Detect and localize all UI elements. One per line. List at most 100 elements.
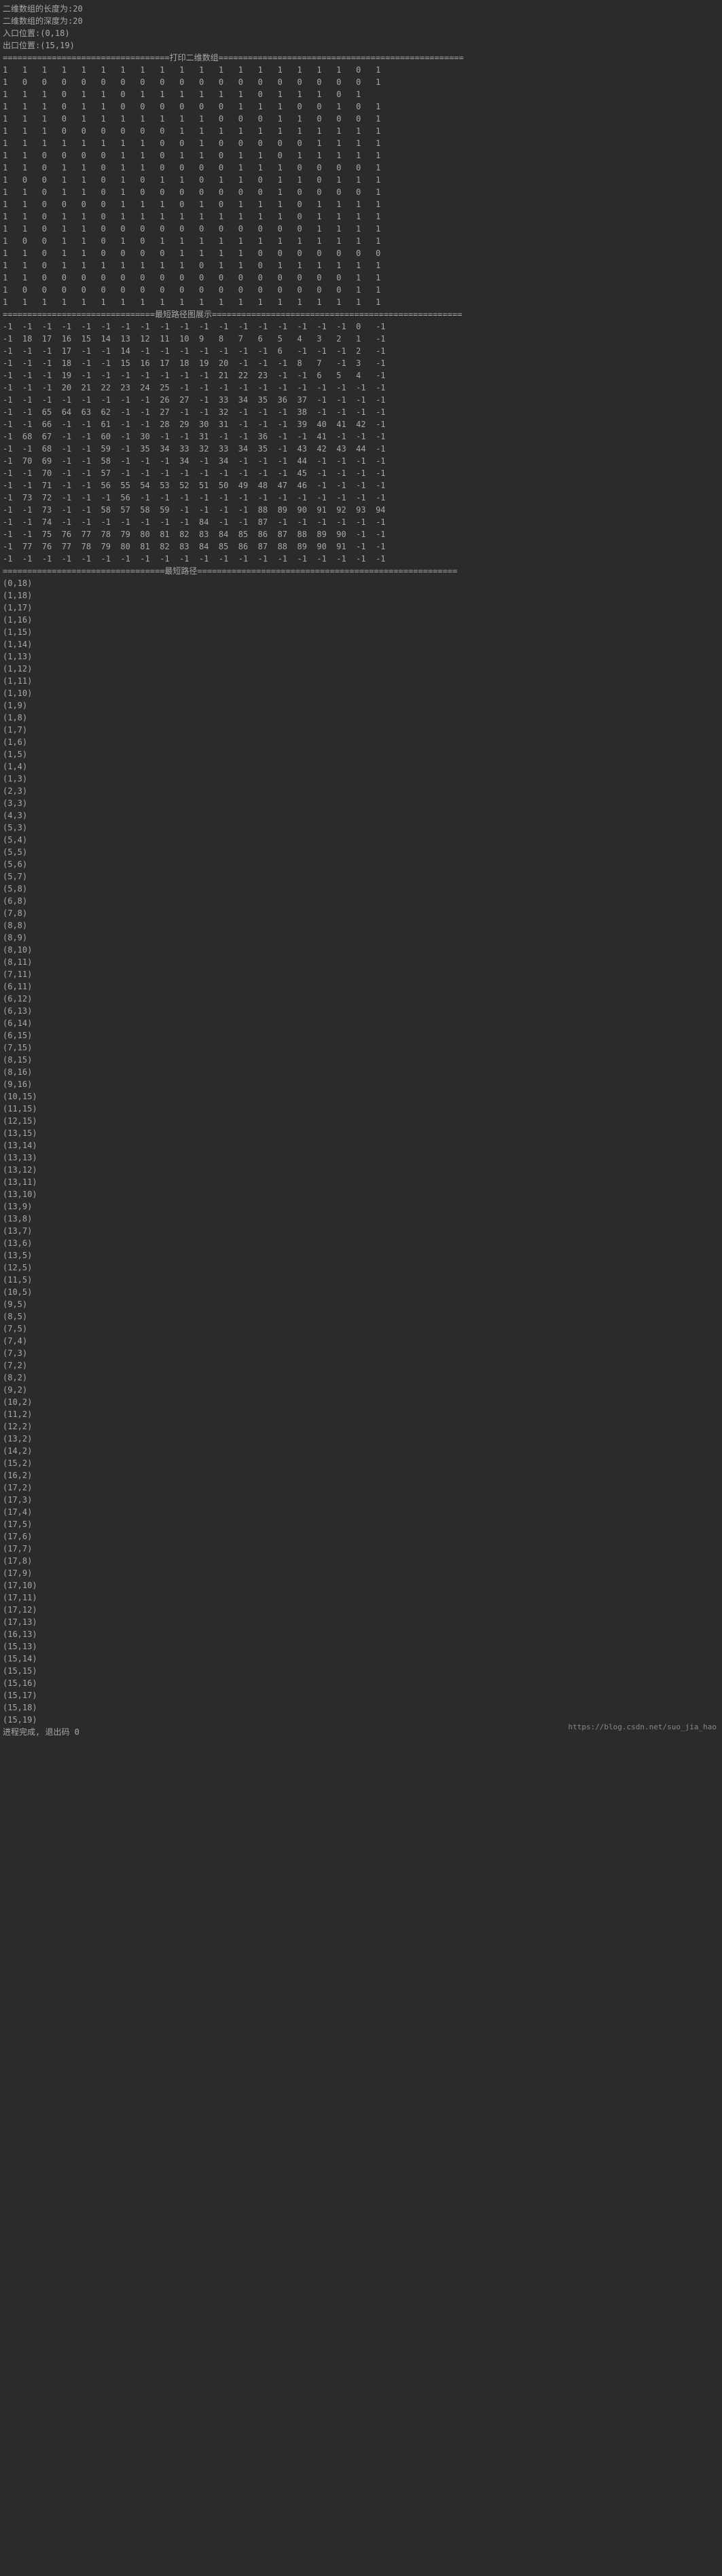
console-line: (13,7) — [3, 1225, 719, 1237]
console-line: 入口位置:(0,18) — [3, 27, 719, 39]
console-line: (17,4) — [3, 1506, 719, 1518]
console-line: (7,2) — [3, 1359, 719, 1372]
console-line: -1 -1 -1 18 -1 -1 15 16 17 18 19 20 -1 -… — [3, 357, 719, 369]
watermark: https://blog.csdn.net/suo_jia_hao — [568, 1722, 717, 1733]
console-line: (5,6) — [3, 858, 719, 870]
console-line: (6,15) — [3, 1029, 719, 1042]
console-line: (13,11) — [3, 1176, 719, 1188]
console-line: (15,17) — [3, 1689, 719, 1701]
console-line: (1,6) — [3, 736, 719, 748]
console-line: (17,6) — [3, 1530, 719, 1543]
console-line: -1 77 76 77 78 79 80 81 82 83 84 85 86 8… — [3, 540, 719, 553]
console-line: -1 70 69 -1 -1 58 -1 -1 -1 34 -1 34 -1 -… — [3, 455, 719, 467]
console-line: (8,11) — [3, 956, 719, 968]
console-line: (2,3) — [3, 785, 719, 797]
console-line: (8,16) — [3, 1066, 719, 1078]
console-line: (10,15) — [3, 1090, 719, 1103]
console-line: 1 1 1 1 1 1 1 1 0 0 1 0 0 0 0 0 1 1 1 1 — [3, 137, 719, 149]
console-line: (5,4) — [3, 834, 719, 846]
console-line: (10,5) — [3, 1286, 719, 1298]
console-line: (1,5) — [3, 748, 719, 760]
console-line: (1,9) — [3, 699, 719, 712]
console-line: (15,15) — [3, 1665, 719, 1677]
console-line: 1 1 0 0 0 0 0 0 0 0 0 0 0 0 0 0 0 0 1 1 — [3, 272, 719, 284]
console-line: ==================================打印二维数组… — [3, 52, 719, 64]
console-line: 1 1 0 1 1 0 0 0 0 1 1 1 1 0 0 0 0 0 0 0 — [3, 247, 719, 259]
console-line: (8,9) — [3, 932, 719, 944]
console-line: (15,2) — [3, 1457, 719, 1469]
console-line: (14,2) — [3, 1445, 719, 1457]
console-line: (15,14) — [3, 1653, 719, 1665]
console-line: (1,15) — [3, 626, 719, 638]
console-line: 1 0 0 0 0 0 0 0 0 0 0 0 0 0 0 0 0 0 1 1 — [3, 284, 719, 296]
console-line: -1 68 67 -1 -1 60 -1 30 -1 -1 31 -1 -1 3… — [3, 430, 719, 443]
console-line: -1 -1 -1 17 -1 -1 14 -1 -1 -1 -1 -1 -1 -… — [3, 345, 719, 357]
console-line: (9,2) — [3, 1384, 719, 1396]
console-line: (13,2) — [3, 1433, 719, 1445]
console-line: -1 -1 -1 19 -1 -1 -1 -1 -1 -1 -1 21 22 2… — [3, 369, 719, 382]
console-line: -1 -1 68 -1 -1 59 -1 35 34 33 32 33 34 3… — [3, 443, 719, 455]
console-line: 1 1 0 1 1 0 0 0 0 0 0 0 0 0 0 0 1 1 1 1 — [3, 223, 719, 235]
console-line: 1 1 1 1 1 1 1 1 1 1 1 1 1 1 1 1 1 1 1 1 — [3, 296, 719, 308]
console-line: (6,12) — [3, 993, 719, 1005]
console-line: 1 1 0 1 1 0 1 1 0 0 0 0 1 1 1 0 0 0 0 1 — [3, 162, 719, 174]
console-line: (7,3) — [3, 1347, 719, 1359]
console-line: -1 18 17 16 15 14 13 12 11 10 9 8 7 6 5 … — [3, 333, 719, 345]
console-line: 二维数组的长度为:20 — [3, 3, 719, 15]
console-line: (17,8) — [3, 1555, 719, 1567]
console-line: (17,13) — [3, 1616, 719, 1628]
console-line: (13,12) — [3, 1164, 719, 1176]
console-line: (7,15) — [3, 1042, 719, 1054]
console-line: (5,5) — [3, 846, 719, 858]
console-line: (17,10) — [3, 1579, 719, 1591]
console-line: (17,12) — [3, 1604, 719, 1616]
console-line: (12,15) — [3, 1115, 719, 1127]
console-line: (9,16) — [3, 1078, 719, 1090]
console-line: (5,7) — [3, 870, 719, 883]
console-line: (12,5) — [3, 1262, 719, 1274]
console-line: 1 1 0 0 0 0 1 1 0 1 1 0 1 1 0 1 1 1 1 1 — [3, 149, 719, 162]
console-line: -1 -1 -1 -1 -1 -1 -1 -1 -1 -1 -1 -1 -1 -… — [3, 320, 719, 333]
console-line: (10,2) — [3, 1396, 719, 1408]
console-line: (5,8) — [3, 883, 719, 895]
console-line: (13,13) — [3, 1152, 719, 1164]
console-line: 1 1 1 0 1 1 0 1 1 1 1 1 1 0 1 1 1 0 1 — [3, 88, 719, 100]
console-line: 1 1 1 0 0 0 0 0 0 1 1 1 1 1 1 1 1 1 1 1 — [3, 125, 719, 137]
console-line: (13,5) — [3, 1249, 719, 1262]
console-line: (11,15) — [3, 1103, 719, 1115]
console-line: (13,6) — [3, 1237, 719, 1249]
console-line: ===============================最短路径图展示==… — [3, 308, 719, 320]
console-line: (1,8) — [3, 712, 719, 724]
console-line: (1,16) — [3, 614, 719, 626]
console-line: 1 1 0 1 1 0 1 1 1 1 1 1 1 1 1 0 1 1 1 1 — [3, 210, 719, 223]
console-line: (9,5) — [3, 1298, 719, 1310]
console-line: (6,8) — [3, 895, 719, 907]
console-line: (1,14) — [3, 638, 719, 650]
console-line: -1 -1 65 64 63 62 -1 -1 27 -1 -1 32 -1 -… — [3, 406, 719, 418]
console-line: (7,5) — [3, 1323, 719, 1335]
console-line: (1,4) — [3, 760, 719, 773]
console-line: (7,4) — [3, 1335, 719, 1347]
console-line: 1 0 0 1 1 0 1 0 1 1 1 1 1 1 1 1 1 1 1 1 — [3, 235, 719, 247]
console-line: (15,13) — [3, 1640, 719, 1653]
console-line: (1,3) — [3, 773, 719, 785]
console-line: (13,9) — [3, 1200, 719, 1213]
console-line: (17,11) — [3, 1591, 719, 1604]
console-line: 1 1 1 0 1 1 1 1 1 1 1 0 0 0 1 1 0 0 0 1 — [3, 113, 719, 125]
console-line: -1 -1 75 76 77 78 79 80 81 82 83 84 85 8… — [3, 528, 719, 540]
console-line: (1,17) — [3, 602, 719, 614]
console-line: -1 -1 -1 20 21 22 23 24 25 -1 -1 -1 -1 -… — [3, 382, 719, 394]
console-line: (8,5) — [3, 1310, 719, 1323]
console-line: (6,13) — [3, 1005, 719, 1017]
console-line: (1,12) — [3, 663, 719, 675]
console-line: 1 1 0 1 1 0 1 0 0 0 0 0 0 0 1 0 0 0 0 1 — [3, 186, 719, 198]
console-line: -1 -1 74 -1 -1 -1 -1 -1 -1 -1 84 -1 -1 8… — [3, 516, 719, 528]
console-line: (17,9) — [3, 1567, 719, 1579]
console-line: (8,10) — [3, 944, 719, 956]
console-line: (16,2) — [3, 1469, 719, 1482]
console-line: (4,3) — [3, 809, 719, 822]
console-line: -1 -1 71 -1 -1 56 55 54 53 52 51 50 49 4… — [3, 479, 719, 492]
console-line: (13,8) — [3, 1213, 719, 1225]
console-line: 1 1 0 0 0 0 1 1 1 0 1 0 1 1 1 0 1 1 1 1 — [3, 198, 719, 210]
console-line: (1,7) — [3, 724, 719, 736]
